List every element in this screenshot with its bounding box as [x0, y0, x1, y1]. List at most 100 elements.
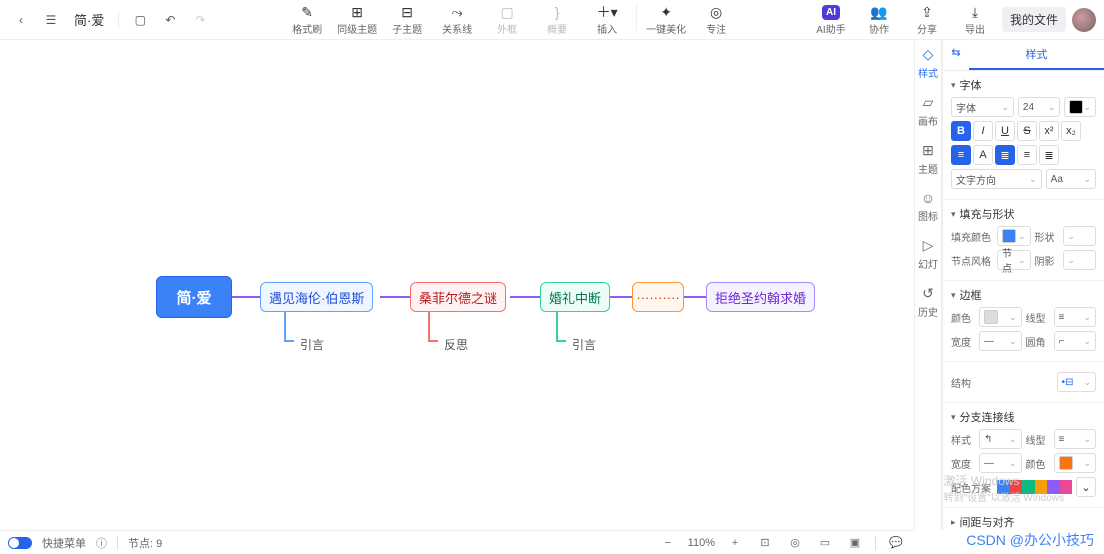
highlight-button[interactable]: A	[973, 145, 993, 165]
toolbar-center: ✎格式刷 ⊞同级主题 ⊟子主题 ⤳关系线 ▢外框 }概要 ＋▾插入 ✦一键美化 …	[213, 3, 810, 36]
tool-share[interactable]: ⇪分享	[906, 3, 948, 36]
branch-color-select[interactable]	[1054, 453, 1097, 473]
border-linetype-select[interactable]: ≡	[1054, 307, 1097, 327]
zoom-out-button[interactable]: −	[658, 533, 678, 553]
section-align-title[interactable]: 间距与对齐	[951, 514, 1096, 530]
undo-button[interactable]: ↶	[157, 7, 183, 33]
csdn-watermark: CSDN @办公小技巧	[966, 530, 1094, 550]
tool-insert[interactable]: ＋▾插入	[586, 3, 628, 36]
panel-tab-style[interactable]: 样式	[969, 40, 1104, 70]
italic-button[interactable]: I	[973, 121, 993, 141]
bottom-bar: 快捷菜单 ⓘ 节点: 9 − 110% + ⊡ ◎ ▭ ▣ 💬	[0, 530, 914, 554]
tool-focus[interactable]: ◎专注	[695, 3, 737, 36]
locate-button[interactable]: ◎	[785, 533, 805, 553]
tool-outer-frame[interactable]: ▢外框	[486, 3, 528, 36]
zoom-in-button[interactable]: +	[725, 533, 745, 553]
text-case-select[interactable]: Aa	[1046, 169, 1096, 189]
side-tabs: ◇样式 ▱画布 ⊞主题 ☺图标 ▷幻灯 ↺历史	[914, 40, 942, 530]
section-border-title[interactable]: 边框	[951, 287, 1096, 303]
document-title[interactable]: 简·爱	[68, 10, 110, 29]
tool-ai-assistant[interactable]: AIAI助手	[810, 3, 852, 36]
tool-format-painter[interactable]: ✎格式刷	[286, 3, 328, 36]
back-button[interactable]: ‹	[8, 7, 34, 33]
section-structure: 结构 •⊟	[943, 362, 1104, 403]
side-tab-canvas[interactable]: ▱画布	[918, 94, 938, 128]
menu-button[interactable]: ☰	[38, 7, 64, 33]
side-tab-history[interactable]: ↺历史	[918, 285, 938, 319]
save-button[interactable]: ▢	[127, 7, 153, 33]
font-family-select[interactable]: 字体	[951, 97, 1014, 117]
align-left-button[interactable]: ≡	[951, 145, 971, 165]
present-button[interactable]: ▣	[845, 533, 865, 553]
style-panel: ⇆ 样式 字体 字体 24 B I U S x² x₂ ≡ A ≣ ≡ ≣ 文字…	[942, 40, 1104, 530]
node-root[interactable]: 简·爱	[156, 276, 232, 318]
section-font: 字体 字体 24 B I U S x² x₂ ≡ A ≣ ≡ ≣ 文字方向 Aa	[943, 71, 1104, 200]
font-size-select[interactable]: 24	[1018, 97, 1061, 117]
strike-button[interactable]: S	[1017, 121, 1037, 141]
section-align: 间距与对齐	[943, 508, 1104, 530]
mindmap-canvas[interactable]: 简·爱 遇见海伦·伯恩斯 引言 桑菲尔德之谜 反思 婚礼中断 引言 ······…	[0, 40, 914, 530]
border-corner-select[interactable]: ⌐	[1054, 331, 1097, 351]
superscript-button[interactable]: x²	[1039, 121, 1059, 141]
node-2-sub[interactable]: 反思	[444, 336, 468, 353]
structure-select[interactable]: •⊟	[1057, 372, 1096, 392]
tool-summary[interactable]: }概要	[536, 3, 578, 36]
tool-child-topic[interactable]: ⊟子主题	[386, 3, 428, 36]
view-mode-button[interactable]: ▭	[815, 533, 835, 553]
align-right-button[interactable]: ≡	[1017, 145, 1037, 165]
nodes-label: 节点: 9	[128, 535, 162, 551]
align-justify-button[interactable]: ≣	[1039, 145, 1059, 165]
section-font-title[interactable]: 字体	[951, 77, 1096, 93]
shape-select[interactable]	[1063, 226, 1097, 246]
toolbar-right: AIAI助手 👥协作 ⇪分享 ⤓导出 我的文件	[810, 3, 1096, 36]
side-tab-icons[interactable]: ☺图标	[918, 190, 938, 223]
redo-button[interactable]: ↷	[187, 7, 213, 33]
top-toolbar: ‹ ☰ 简·爱 ▢ ↶ ↷ ✎格式刷 ⊞同级主题 ⊟子主题 ⤳关系线 ▢外框 }…	[0, 0, 1104, 40]
side-tab-slides[interactable]: ▷幻灯	[918, 237, 938, 271]
align-center-button[interactable]: ≣	[995, 145, 1015, 165]
color-palette[interactable]	[997, 480, 1072, 494]
side-tab-theme[interactable]: ⊞主题	[918, 142, 938, 176]
shadow-select[interactable]	[1063, 250, 1097, 270]
panel-tab-collapse[interactable]: ⇆	[943, 40, 969, 70]
branch-style-select[interactable]: ↰	[979, 429, 1022, 449]
font-color-select[interactable]	[1064, 97, 1096, 117]
fit-button[interactable]: ⊡	[755, 533, 775, 553]
my-files-button[interactable]: 我的文件	[1002, 7, 1066, 32]
user-avatar[interactable]	[1072, 8, 1096, 32]
bold-button[interactable]: B	[951, 121, 971, 141]
border-color-select[interactable]	[979, 307, 1022, 327]
section-branch: 分支连接线 样式 ↰ 线型 ≡ 宽度 — 颜色 配色方案 ⌄	[943, 403, 1104, 508]
node-2[interactable]: 桑菲尔德之谜	[410, 282, 506, 312]
section-fill-shape-title[interactable]: 填充与形状	[951, 206, 1096, 222]
fill-color-select[interactable]	[997, 226, 1031, 246]
tool-relation[interactable]: ⤳关系线	[436, 3, 478, 36]
border-width-select[interactable]: —	[979, 331, 1022, 351]
palette-more-button[interactable]: ⌄	[1076, 477, 1096, 497]
subscript-button[interactable]: x₂	[1061, 121, 1081, 141]
tool-collab[interactable]: 👥协作	[858, 3, 900, 36]
text-direction-select[interactable]: 文字方向	[951, 169, 1042, 189]
node-5[interactable]: 拒绝圣约翰求婚	[706, 282, 815, 312]
tool-export[interactable]: ⤓导出	[954, 3, 996, 36]
side-tab-style[interactable]: ◇样式	[918, 46, 938, 80]
node-4[interactable]: ··········	[632, 282, 684, 312]
info-icon[interactable]: ⓘ	[96, 535, 107, 551]
toolbar-left: ‹ ☰ 简·爱 ▢ ↶ ↷	[8, 7, 213, 33]
section-branch-title[interactable]: 分支连接线	[951, 409, 1096, 425]
zoom-value[interactable]: 110%	[688, 537, 715, 549]
quickmenu-toggle[interactable]	[8, 537, 32, 549]
tool-peer-topic[interactable]: ⊞同级主题	[336, 3, 378, 36]
tool-beautify[interactable]: ✦一键美化	[645, 3, 687, 36]
quickmenu-label: 快捷菜单	[42, 535, 86, 551]
panel-tabs: ⇆ 样式	[943, 40, 1104, 71]
node-3[interactable]: 婚礼中断	[540, 282, 610, 312]
node-style-select[interactable]: 节点	[997, 250, 1031, 270]
branch-linetype-select[interactable]: ≡	[1054, 429, 1097, 449]
branch-width-select[interactable]: —	[979, 453, 1022, 473]
chat-button[interactable]: 💬	[886, 533, 906, 553]
node-1-sub[interactable]: 引言	[300, 336, 324, 353]
underline-button[interactable]: U	[995, 121, 1015, 141]
node-1[interactable]: 遇见海伦·伯恩斯	[260, 282, 373, 312]
node-3-sub[interactable]: 引言	[572, 336, 596, 353]
